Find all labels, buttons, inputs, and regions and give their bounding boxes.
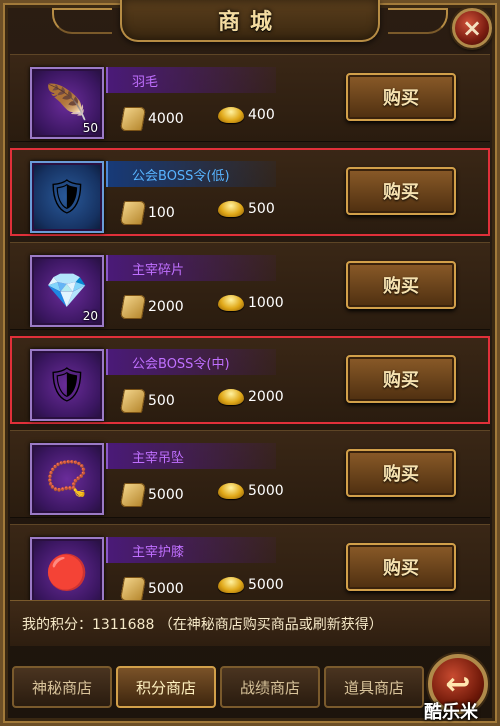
ingot-price: 400 <box>218 107 275 123</box>
item-count: 20 <box>82 309 98 323</box>
tab-record-shop[interactable]: 战绩商店 <box>220 666 320 708</box>
tab-mystery-shop[interactable]: 神秘商店 <box>12 666 112 708</box>
shop-tabs: 神秘商店 积分商店 战绩商店 道具商店 <box>12 666 424 708</box>
title-wing-right <box>388 8 448 34</box>
points-bar: 我的积分：1311688 （在神秘商店购买商品或刷新获得） <box>10 600 490 646</box>
tab-points-shop[interactable]: 积分商店 <box>116 666 216 708</box>
scroll-price-value: 5000 <box>148 581 184 597</box>
scroll-icon <box>119 483 147 507</box>
item-name: 主宰吊坠 <box>132 451 185 466</box>
kneepad-icon: 🔴 <box>30 537 104 600</box>
crystal-shard-icon: 💎 20 <box>30 255 104 327</box>
ingot-icon <box>218 577 244 593</box>
ingot-price-value: 5000 <box>248 483 284 499</box>
boss-token-icon: 🛡 <box>30 161 104 233</box>
pendant-icon: 📿 <box>30 443 104 515</box>
boss-token-icon: 🛡 <box>30 349 104 421</box>
scroll-price-value: 5000 <box>148 487 184 503</box>
feather-icon: 🪶 50 <box>30 67 104 139</box>
ingot-price-value: 5000 <box>248 577 284 593</box>
scroll-price-value: 500 <box>148 393 175 409</box>
scroll-icon <box>119 389 147 413</box>
list-item: 💎 20 主宰碎片 2000 1000 购买 <box>10 242 490 330</box>
scroll-price-value: 4000 <box>148 111 184 127</box>
title-plate: 商城 <box>52 0 448 42</box>
scroll-price-value: 100 <box>148 205 175 221</box>
ingot-price: 5000 <box>218 483 284 499</box>
points-text: 我的积分：1311688 （在神秘商店购买商品或刷新获得） <box>22 616 383 633</box>
scroll-icon <box>119 295 147 319</box>
item-name-bar: 主宰护膝 <box>106 537 276 563</box>
list-item: 🛡 公会BOSS令(中) 500 2000 购买 <box>10 336 490 424</box>
page-title: 商城 <box>217 9 282 35</box>
scroll-price: 5000 <box>119 577 184 600</box>
scroll-price-value: 2000 <box>148 299 184 315</box>
buy-button[interactable]: 购买 <box>346 167 456 215</box>
scroll-price: 5000 <box>119 483 184 507</box>
tab-item-shop[interactable]: 道具商店 <box>324 666 424 708</box>
buy-button[interactable]: 购买 <box>346 73 456 121</box>
item-name-bar: 主宰碎片 <box>106 255 276 281</box>
ingot-price-value: 2000 <box>248 389 284 405</box>
buy-button[interactable]: 购买 <box>346 355 456 403</box>
ingot-price-value: 400 <box>248 107 275 123</box>
scroll-price: 2000 <box>119 295 184 319</box>
item-name-bar: 公会BOSS令(低) <box>106 161 276 187</box>
scroll-price: 500 <box>119 389 175 413</box>
item-name: 公会BOSS令(中) <box>132 357 230 372</box>
item-name: 公会BOSS令(低) <box>132 169 230 184</box>
ingot-price: 1000 <box>218 295 284 311</box>
ingot-price: 5000 <box>218 577 284 593</box>
list-item: 📿 主宰吊坠 5000 5000 购买 <box>10 430 490 518</box>
item-list[interactable]: 🪶 50 羽毛 4000 400 购买 🛡 公会BOSS令(低) 100 500 … <box>10 54 490 600</box>
item-name-bar: 主宰吊坠 <box>106 443 276 469</box>
buy-button[interactable]: 购买 <box>346 543 456 591</box>
item-count: 50 <box>82 121 98 135</box>
back-arrow-icon: ↩ <box>445 666 471 702</box>
list-item: 🪶 50 羽毛 4000 400 购买 <box>10 54 490 142</box>
buy-button[interactable]: 购买 <box>346 449 456 497</box>
ingot-price-value: 500 <box>248 201 275 217</box>
ingot-icon <box>218 295 244 311</box>
ingot-icon <box>218 483 244 499</box>
title-wing-left <box>52 8 112 34</box>
list-item: 🛡 公会BOSS令(低) 100 500 购买 <box>10 148 490 236</box>
item-name: 主宰碎片 <box>132 263 185 278</box>
ingot-icon <box>218 107 244 123</box>
ingot-icon <box>218 201 244 217</box>
item-name-bar: 公会BOSS令(中) <box>106 349 276 375</box>
ingot-price: 500 <box>218 201 275 217</box>
item-name: 羽毛 <box>132 75 159 90</box>
close-button[interactable]: × <box>452 8 492 48</box>
ingot-price: 2000 <box>218 389 284 405</box>
buy-button[interactable]: 购买 <box>346 261 456 309</box>
scroll-price: 100 <box>119 201 175 225</box>
ingot-price-value: 1000 <box>248 295 284 311</box>
scroll-price: 4000 <box>119 107 184 131</box>
close-icon: × <box>461 14 483 42</box>
item-name-bar: 羽毛 <box>106 67 276 93</box>
scroll-icon <box>119 577 147 600</box>
scroll-icon <box>119 107 147 131</box>
list-item: 🔴 主宰护膝 5000 5000 购买 <box>10 524 490 600</box>
scroll-icon <box>119 201 147 225</box>
item-name: 主宰护膝 <box>132 545 185 560</box>
ingot-icon <box>218 389 244 405</box>
watermark: 酷乐米 <box>424 702 478 723</box>
